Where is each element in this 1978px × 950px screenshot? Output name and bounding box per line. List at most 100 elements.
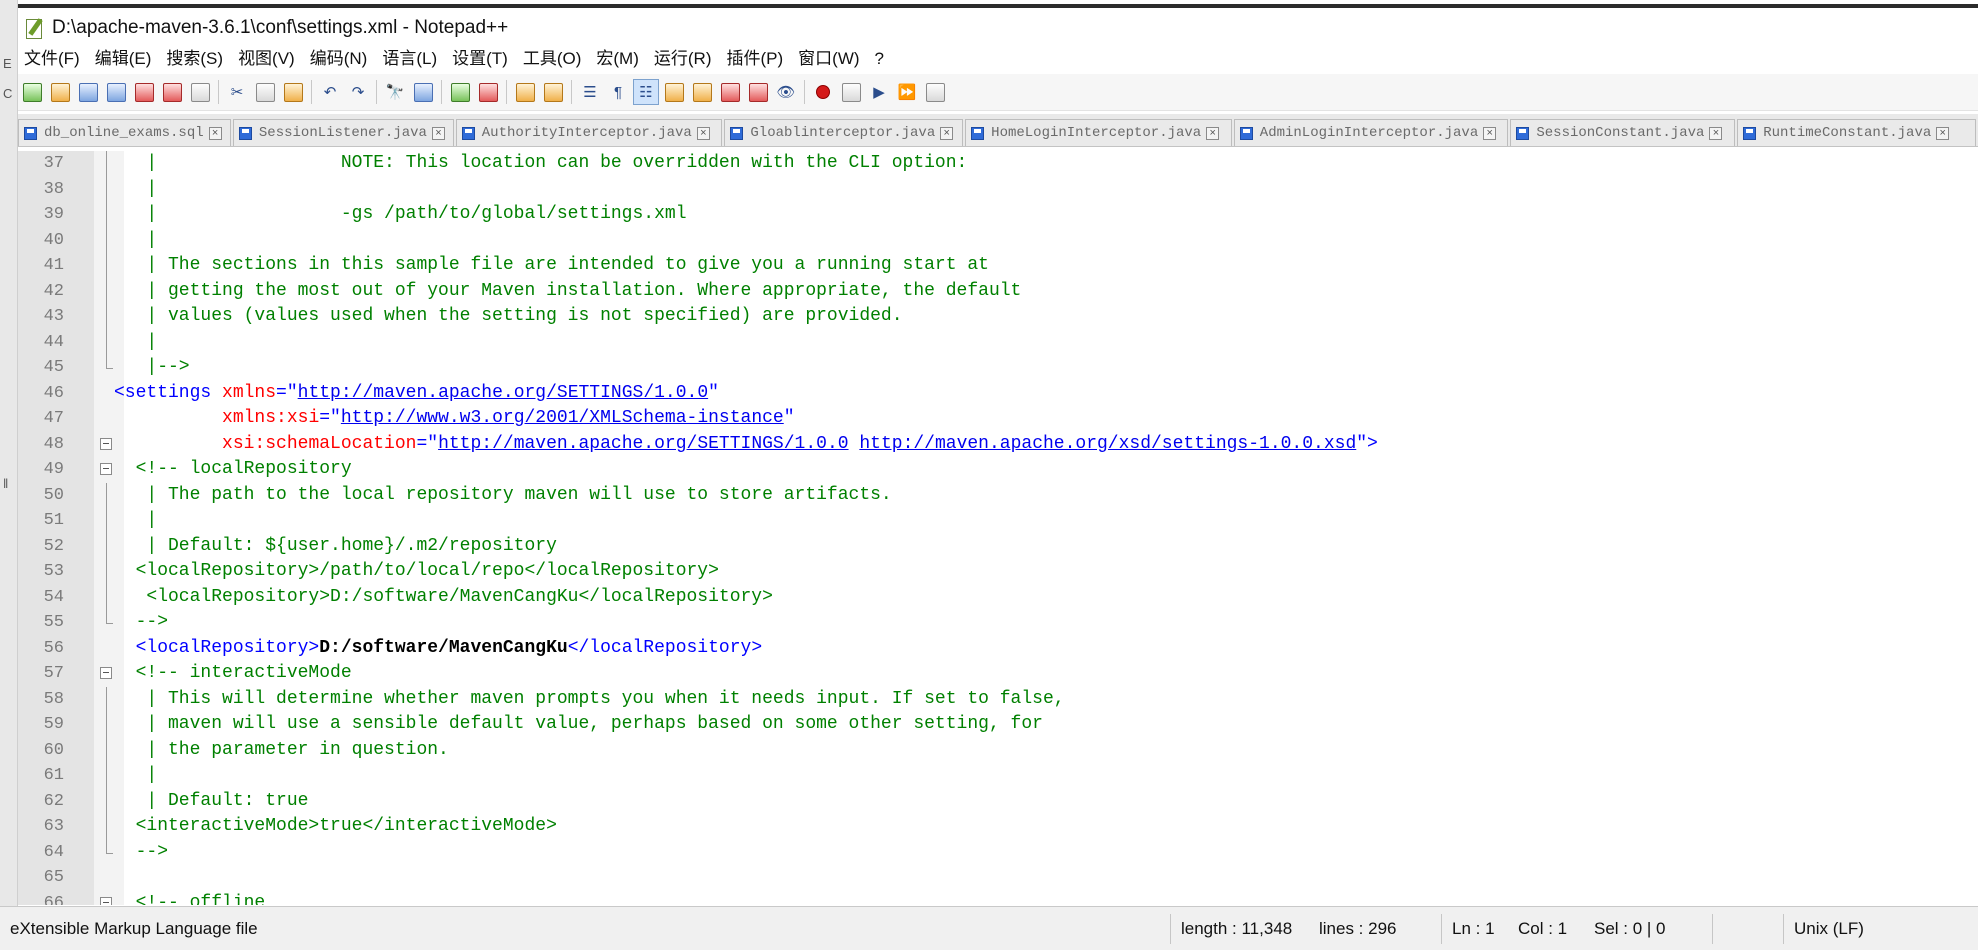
function-list-icon[interactable] xyxy=(718,80,742,104)
zoom-in-icon[interactable] xyxy=(448,80,472,104)
code-line[interactable]: 57 <!-- interactiveMode xyxy=(18,661,1978,687)
fold-toggle-icon[interactable] xyxy=(100,896,112,905)
code-line[interactable]: 52 | Default: ${user.home}/.m2/repositor… xyxy=(18,533,1978,559)
code-line[interactable]: 49 <!-- localRepository xyxy=(18,457,1978,483)
zoom-out-icon[interactable] xyxy=(476,80,500,104)
tab-admin-login-interceptor[interactable]: AdminLoginInterceptor.java × xyxy=(1233,119,1509,146)
tab-close-icon[interactable]: × xyxy=(208,126,222,140)
tab-gloabl-interceptor[interactable]: Gloablinterceptor.java × xyxy=(724,119,964,146)
code-line[interactable]: 50 | The path to the local repository ma… xyxy=(18,482,1978,508)
code-link[interactable]: http://maven.apache.org/SETTINGS/1.0.0 xyxy=(438,434,848,454)
code-line[interactable]: 47 xmlns:xsi="http://www.w3.org/2001/XML… xyxy=(18,406,1978,432)
user-language-icon[interactable] xyxy=(662,80,686,104)
menu-macro[interactable]: 宏(M) xyxy=(590,44,647,74)
tab-close-icon[interactable]: × xyxy=(1936,126,1950,140)
code-line[interactable]: 38 | xyxy=(18,176,1978,202)
macro-stop-icon[interactable] xyxy=(839,80,863,104)
fold-toggle-icon[interactable] xyxy=(100,463,112,475)
save-all-icon[interactable] xyxy=(104,80,128,104)
find-icon[interactable]: 🔭 xyxy=(383,80,407,104)
menu-file[interactable]: 文件(F) xyxy=(18,44,89,74)
tab-session-constant[interactable]: SessionConstant.java × xyxy=(1510,119,1736,146)
undo-icon[interactable]: ↶ xyxy=(318,80,342,104)
macro-record-icon[interactable] xyxy=(811,80,835,104)
sync-vertical-icon[interactable] xyxy=(513,80,537,104)
copy-icon[interactable] xyxy=(253,80,277,104)
menu-tools[interactable]: 工具(O) xyxy=(517,44,591,74)
tab-close-icon[interactable]: × xyxy=(696,126,710,140)
tab-db-online-exams[interactable]: db_online_exams.sql × xyxy=(18,119,231,146)
tab-close-icon[interactable]: × xyxy=(940,126,954,140)
close-icon[interactable] xyxy=(132,80,156,104)
macro-save-icon[interactable] xyxy=(923,80,947,104)
code-link[interactable]: http://www.w3.org/2001/XMLSchema-instanc… xyxy=(341,408,784,428)
code-line[interactable]: 62 | Default: true xyxy=(18,788,1978,814)
code-line[interactable]: 63 <interactiveMode>true</interactiveMod… xyxy=(18,814,1978,840)
code-line[interactable]: 55 --> xyxy=(18,610,1978,636)
menu-help[interactable]: ? xyxy=(869,44,893,74)
code-line[interactable]: 54 <localRepository>D:/software/MavenCan… xyxy=(18,584,1978,610)
fold-toggle-icon[interactable] xyxy=(100,437,112,450)
tab-close-icon[interactable]: × xyxy=(1483,126,1497,140)
code-line[interactable]: 56 <localRepository>D:/software/MavenCan… xyxy=(18,636,1978,662)
code-line[interactable]: 44 | xyxy=(18,329,1978,355)
status-eol[interactable]: Unix (LF) xyxy=(1784,907,1874,950)
tab-runtime-constant[interactable]: RuntimeConstant.java × xyxy=(1737,119,1976,146)
code-line[interactable]: 39 | -gs /path/to/global/settings.xml xyxy=(18,202,1978,228)
macro-run-multiple-icon[interactable]: ⏩ xyxy=(895,80,919,104)
macro-play-icon[interactable]: ▶ xyxy=(867,80,891,104)
code-line[interactable]: 40 | xyxy=(18,227,1978,253)
print-icon[interactable] xyxy=(188,80,212,104)
code-line[interactable]: 42 | getting the most out of your Maven … xyxy=(18,278,1978,304)
menu-window[interactable]: 窗口(W) xyxy=(792,44,868,74)
code-line[interactable]: 59 | maven will use a sensible default v… xyxy=(18,712,1978,738)
document-map-icon[interactable] xyxy=(690,80,714,104)
menu-run[interactable]: 运行(R) xyxy=(648,44,721,74)
tab-home-login-interceptor[interactable]: HomeLoginInterceptor.java × xyxy=(965,119,1232,146)
tab-close-icon[interactable]: × xyxy=(431,126,445,140)
show-all-chars-icon[interactable]: ¶ xyxy=(606,80,630,104)
open-file-icon[interactable] xyxy=(48,80,72,104)
menu-settings[interactable]: 设置(T) xyxy=(446,44,517,74)
monitoring-eye-icon[interactable]: 👁 xyxy=(774,80,798,104)
save-icon[interactable] xyxy=(76,80,100,104)
tab-authority-interceptor[interactable]: AuthorityInterceptor.java × xyxy=(455,119,723,146)
code-line[interactable]: 45 |--> xyxy=(18,355,1978,381)
code-line[interactable]: 58 | This will determine whether maven p… xyxy=(18,686,1978,712)
paste-icon[interactable] xyxy=(281,80,305,104)
close-all-icon[interactable] xyxy=(160,80,184,104)
code-editor[interactable]: 37 | NOTE: This location can be overridd… xyxy=(18,151,1978,905)
fold-toggle-icon[interactable] xyxy=(100,667,112,679)
code-link[interactable]: http://maven.apache.org/xsd/settings-1.0… xyxy=(859,434,1356,454)
code-line[interactable]: 53 <localRepository>/path/to/local/repo<… xyxy=(18,559,1978,585)
code-line[interactable]: 61 | xyxy=(18,763,1978,789)
code-line[interactable]: 41 | The sections in this sample file ar… xyxy=(18,253,1978,279)
code-line[interactable]: 43 | values (values used when the settin… xyxy=(18,304,1978,330)
code-line[interactable]: 66 <!-- offline xyxy=(18,891,1978,905)
code-line[interactable]: 51 | xyxy=(18,508,1978,534)
sync-horizontal-icon[interactable] xyxy=(541,80,565,104)
menu-view[interactable]: 视图(V) xyxy=(232,44,304,74)
replace-icon[interactable] xyxy=(411,80,435,104)
folder-workspace-icon[interactable] xyxy=(746,80,770,104)
menu-language[interactable]: 语言(L) xyxy=(376,44,446,74)
indent-guide-icon[interactable]: ☷ xyxy=(633,79,659,105)
cut-icon[interactable]: ✂ xyxy=(225,80,249,104)
code-line[interactable]: 64 --> xyxy=(18,839,1978,866)
code-line[interactable]: 46 <settings xmlns="http://maven.apache.o… xyxy=(18,381,1978,407)
tab-session-listener[interactable]: SessionListener.java × xyxy=(232,119,454,146)
tab-close-icon[interactable]: × xyxy=(1206,126,1220,140)
code-line[interactable]: 60 | the parameter in question. xyxy=(18,737,1978,763)
menu-encoding[interactable]: 编码(N) xyxy=(304,44,377,74)
menu-edit[interactable]: 编辑(E) xyxy=(89,44,161,74)
tab-close-icon[interactable]: × xyxy=(1709,126,1723,140)
word-wrap-icon[interactable]: ☰ xyxy=(578,80,602,104)
code-line[interactable]: 65 xyxy=(18,865,1978,891)
redo-icon[interactable]: ↷ xyxy=(346,80,370,104)
new-file-icon[interactable] xyxy=(20,80,44,104)
menu-search[interactable]: 搜索(S) xyxy=(160,44,232,74)
code-line[interactable]: 37 | NOTE: This location can be overridd… xyxy=(18,151,1978,177)
code-link[interactable]: http://maven.apache.org/SETTINGS/1.0.0 xyxy=(298,383,708,403)
code-line[interactable]: 48 xsi:schemaLocation="http://maven.apac… xyxy=(18,432,1978,458)
menu-plugins[interactable]: 插件(P) xyxy=(720,44,792,74)
